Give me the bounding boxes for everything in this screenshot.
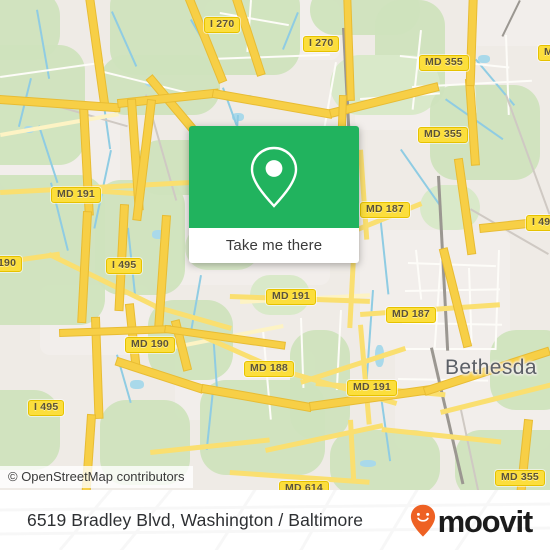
- road-shield[interactable]: MD 187: [360, 202, 410, 218]
- map-canvas[interactable]: Bethesda I 270 I 270 MD 355 MD MD 355 MD…: [0, 0, 550, 490]
- address-label: 6519 Bradley Blvd, Washington / Baltimor…: [27, 509, 364, 530]
- popup-header: [189, 126, 359, 228]
- road-motorway: [85, 0, 109, 109]
- moovit-wordmark: moovit: [437, 503, 534, 539]
- place-label: Bethesda: [445, 356, 537, 379]
- road-shield[interactable]: MD 191: [51, 187, 101, 203]
- destination-popup[interactable]: Take me there: [189, 126, 359, 263]
- road-shield[interactable]: MD 191: [347, 380, 397, 396]
- moovit-map-card: Bethesda I 270 I 270 MD 355 MD MD 355 MD…: [0, 0, 550, 550]
- road-shield[interactable]: MD 187: [386, 307, 436, 323]
- popup-action-bar[interactable]: Take me there: [189, 228, 359, 263]
- water-body: [478, 55, 490, 63]
- road-shield[interactable]: MD 190: [125, 337, 175, 353]
- take-me-there-label: Take me there: [225, 237, 323, 254]
- road-shield[interactable]: I 495: [28, 400, 65, 416]
- road-shield[interactable]: I 270: [204, 17, 241, 33]
- osm-attribution[interactable]: © OpenStreetMap contributors: [0, 466, 193, 488]
- road-shield[interactable]: MD 614: [279, 481, 329, 490]
- map-pin-icon: [250, 146, 298, 208]
- moovit-pin-icon: [410, 504, 435, 537]
- road-shield[interactable]: I 270: [303, 36, 340, 52]
- road-shield[interactable]: MD: [538, 45, 550, 61]
- road-shield[interactable]: MD 191: [266, 289, 316, 305]
- road-shield[interactable]: 190: [0, 256, 23, 272]
- water-body: [130, 380, 144, 389]
- road-shield[interactable]: MD 355: [495, 470, 545, 486]
- water-body: [360, 460, 376, 467]
- road-shield[interactable]: I 495: [106, 258, 143, 274]
- footer-bar: 6519 Bradley Blvd, Washington / Baltimor…: [0, 490, 550, 550]
- road-shield[interactable]: I 495: [526, 215, 550, 231]
- moovit-logo[interactable]: moovit: [410, 490, 534, 550]
- road-shield[interactable]: MD 355: [419, 55, 469, 71]
- road-shield[interactable]: MD 355: [418, 127, 468, 143]
- road-shield[interactable]: MD 188: [244, 361, 294, 377]
